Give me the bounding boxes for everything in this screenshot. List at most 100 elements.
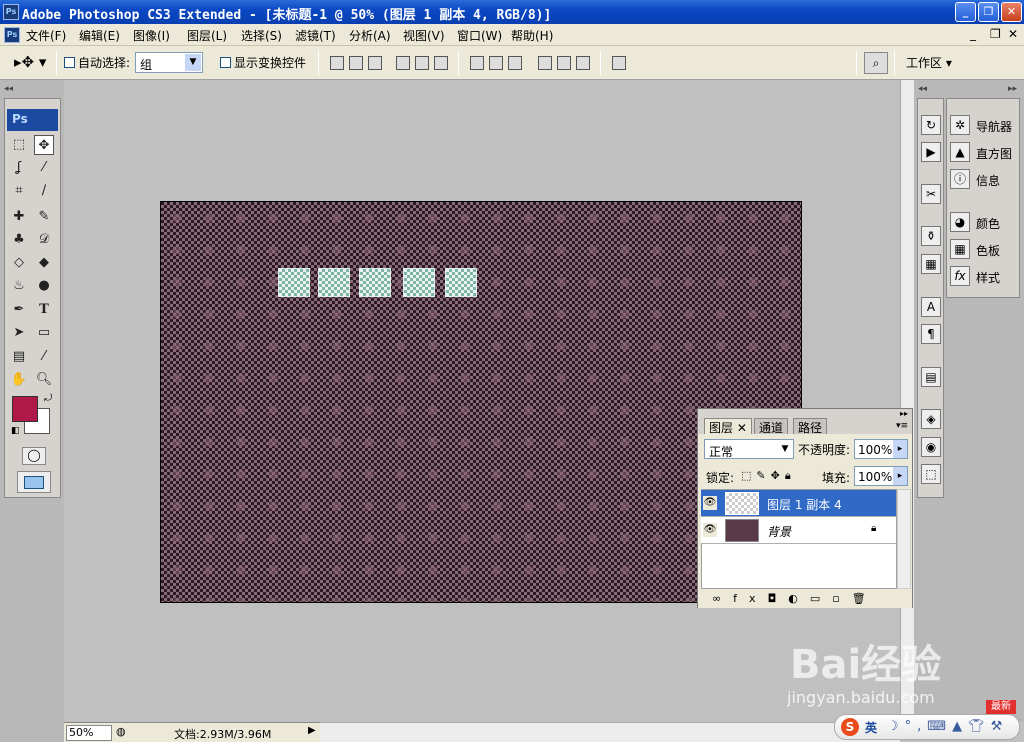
new-layer-icon[interactable]: ▫ xyxy=(832,592,851,605)
tab-layers[interactable]: 图层 ✕ xyxy=(704,418,752,435)
notes-panel-icon[interactable]: ▤ xyxy=(921,367,941,387)
move-tool-icon[interactable]: ✥ xyxy=(34,135,54,155)
panel-menu-icon[interactable]: ▾≡ xyxy=(896,421,908,431)
maximize-button[interactable]: ❐ xyxy=(978,2,999,22)
styles-icon[interactable]: fx xyxy=(950,266,970,286)
healing-brush-tool-icon[interactable]: ✚ xyxy=(9,207,29,227)
doc-restore-button[interactable]: ❐ xyxy=(990,27,1001,41)
histogram-icon[interactable]: ▲ xyxy=(950,142,970,162)
panel-swatches[interactable]: 色板 xyxy=(976,242,1000,259)
layer-list-scrollbar[interactable] xyxy=(897,489,911,589)
default-colors-icon[interactable]: ◧ xyxy=(11,426,20,436)
layer-name[interactable]: 背景 xyxy=(767,523,791,540)
panel-info[interactable]: 信息 xyxy=(976,172,1000,189)
eyedropper-tool-icon[interactable]: ⁄ xyxy=(34,347,54,367)
chevron-right-icon[interactable]: ▸ xyxy=(893,440,907,458)
lock-options-icon[interactable]: ⬚✎✥🔒︎ xyxy=(741,469,796,483)
auto-align-icon[interactable] xyxy=(612,56,626,70)
skin-icon[interactable]: ▲ xyxy=(952,719,968,734)
layers-icon[interactable]: ◈ xyxy=(921,409,941,429)
panel-styles[interactable]: 样式 xyxy=(976,269,1000,286)
menu-image[interactable]: 图像(I) xyxy=(133,27,170,44)
move-tool-icon[interactable]: ▸✥ ▾ xyxy=(14,53,46,71)
menu-layer[interactable]: 图层(L) xyxy=(187,27,227,44)
menu-edit[interactable]: 编辑(E) xyxy=(79,27,120,44)
tab-paths[interactable]: 路径 xyxy=(793,418,828,435)
brushes-icon[interactable]: ▦ xyxy=(921,254,941,274)
tab-channels[interactable]: 通道 xyxy=(754,418,789,435)
clone-stamp-tool-icon[interactable]: ♣ xyxy=(9,230,29,250)
lasso-tool-icon[interactable]: ʆ xyxy=(9,158,29,178)
history-brush-tool-icon[interactable]: 𝒟 xyxy=(34,230,54,250)
panel-histogram[interactable]: 直方图 xyxy=(976,145,1012,162)
distribute-vcenter-icon[interactable] xyxy=(489,56,503,70)
quick-mask-icon[interactable]: ◯ xyxy=(22,447,46,465)
path-selection-tool-icon[interactable]: ➤ xyxy=(9,323,29,343)
clone-source-icon[interactable]: ⚱ xyxy=(921,226,941,246)
bridge-icon[interactable]: ⌕ xyxy=(864,52,888,74)
ime-mode[interactable]: 英 xyxy=(865,719,877,736)
distribute-left-icon[interactable] xyxy=(538,56,552,70)
punctuation-icon[interactable]: °, xyxy=(905,719,928,734)
chevron-down-icon[interactable]: ▼ xyxy=(185,54,201,71)
color-icon[interactable]: ◕ xyxy=(950,212,970,232)
paths-icon[interactable]: ⬚ xyxy=(921,464,941,484)
layer-name[interactable]: 图层 1 副本 4 xyxy=(767,496,842,513)
align-left-icon[interactable] xyxy=(396,56,410,70)
expand-icon[interactable]: ◂◂ xyxy=(918,84,927,94)
horizontal-scrollbar[interactable] xyxy=(320,722,900,742)
crop-tool-icon[interactable]: ⌗ xyxy=(9,181,29,201)
opacity-field[interactable]: 100% ▸ xyxy=(854,439,908,459)
pen-tool-icon[interactable]: ✒ xyxy=(9,300,29,320)
collapse-icon[interactable]: ▸▸ xyxy=(900,409,908,418)
eye-icon[interactable]: 👁︎ xyxy=(703,523,717,537)
eye-icon[interactable]: 👁︎ xyxy=(703,496,717,510)
trash-icon[interactable]: 🗑︎ xyxy=(852,592,878,605)
align-vcenter-icon[interactable] xyxy=(349,56,363,70)
history-icon[interactable]: ↻ xyxy=(921,115,941,135)
foreground-color-swatch[interactable] xyxy=(12,396,38,422)
group-icon[interactable]: ▭ xyxy=(810,592,832,605)
magic-wand-tool-icon[interactable]: ⁄ xyxy=(34,158,54,178)
distribute-bottom-icon[interactable] xyxy=(508,56,522,70)
blur-tool-icon[interactable]: ♨ xyxy=(9,276,29,296)
keyboard-icon[interactable]: ⌨ xyxy=(927,719,952,734)
menu-help[interactable]: 帮助(H) xyxy=(511,27,553,44)
vertical-scrollbar[interactable] xyxy=(900,80,914,722)
workspace-button[interactable]: 工作区 ▾ xyxy=(906,54,952,71)
channels-icon[interactable]: ◉ xyxy=(921,437,941,457)
align-top-icon[interactable] xyxy=(330,56,344,70)
fill-field[interactable]: 100% ▸ xyxy=(854,466,908,486)
eraser-tool-icon[interactable]: ◇ xyxy=(9,253,29,273)
align-right-icon[interactable] xyxy=(434,56,448,70)
menu-select[interactable]: 选择(S) xyxy=(241,27,282,44)
align-bottom-icon[interactable] xyxy=(368,56,382,70)
paragraph-icon[interactable]: ¶ xyxy=(921,324,941,344)
align-hcenter-icon[interactable] xyxy=(415,56,429,70)
moon-icon[interactable]: ☽ xyxy=(887,719,905,734)
collapse-icon[interactable]: ◂◂ xyxy=(4,84,13,94)
doc-close-button[interactable]: ✕ xyxy=(1008,27,1018,41)
blend-mode-dropdown[interactable]: 正常 ▼ xyxy=(704,439,794,459)
doc-minimize-button[interactable]: _ xyxy=(970,27,976,41)
tools-icon[interactable]: ⚒ xyxy=(991,719,1009,734)
navigator-icon[interactable]: ✲ xyxy=(950,115,970,135)
swap-colors-icon[interactable]: ⤾ xyxy=(44,393,52,404)
shape-tool-icon[interactable]: ▭ xyxy=(34,323,54,343)
sogou-icon[interactable]: S xyxy=(841,718,859,736)
menu-window[interactable]: 窗口(W) xyxy=(457,27,502,44)
distribute-hcenter-icon[interactable] xyxy=(557,56,571,70)
status-menu-icon[interactable]: ▶ xyxy=(308,725,316,736)
menu-filter[interactable]: 滤镜(T) xyxy=(295,27,336,44)
layer-row[interactable]: 👁︎ 背景 🔒︎ xyxy=(701,517,896,544)
type-tool-icon[interactable]: T xyxy=(34,300,54,320)
link-layers-icon[interactable]: ∞ xyxy=(712,592,733,605)
distribute-right-icon[interactable] xyxy=(576,56,590,70)
swatches-icon[interactable]: ▦ xyxy=(950,239,970,259)
panel-color[interactable]: 颜色 xyxy=(976,215,1000,232)
character-icon[interactable]: A xyxy=(921,297,941,317)
auto-select-checkbox[interactable] xyxy=(64,57,75,68)
brush-tool-icon[interactable]: ✎ xyxy=(34,207,54,227)
auto-select-dropdown[interactable]: 组 ▼ xyxy=(135,52,203,73)
show-transform-checkbox[interactable] xyxy=(220,57,231,68)
